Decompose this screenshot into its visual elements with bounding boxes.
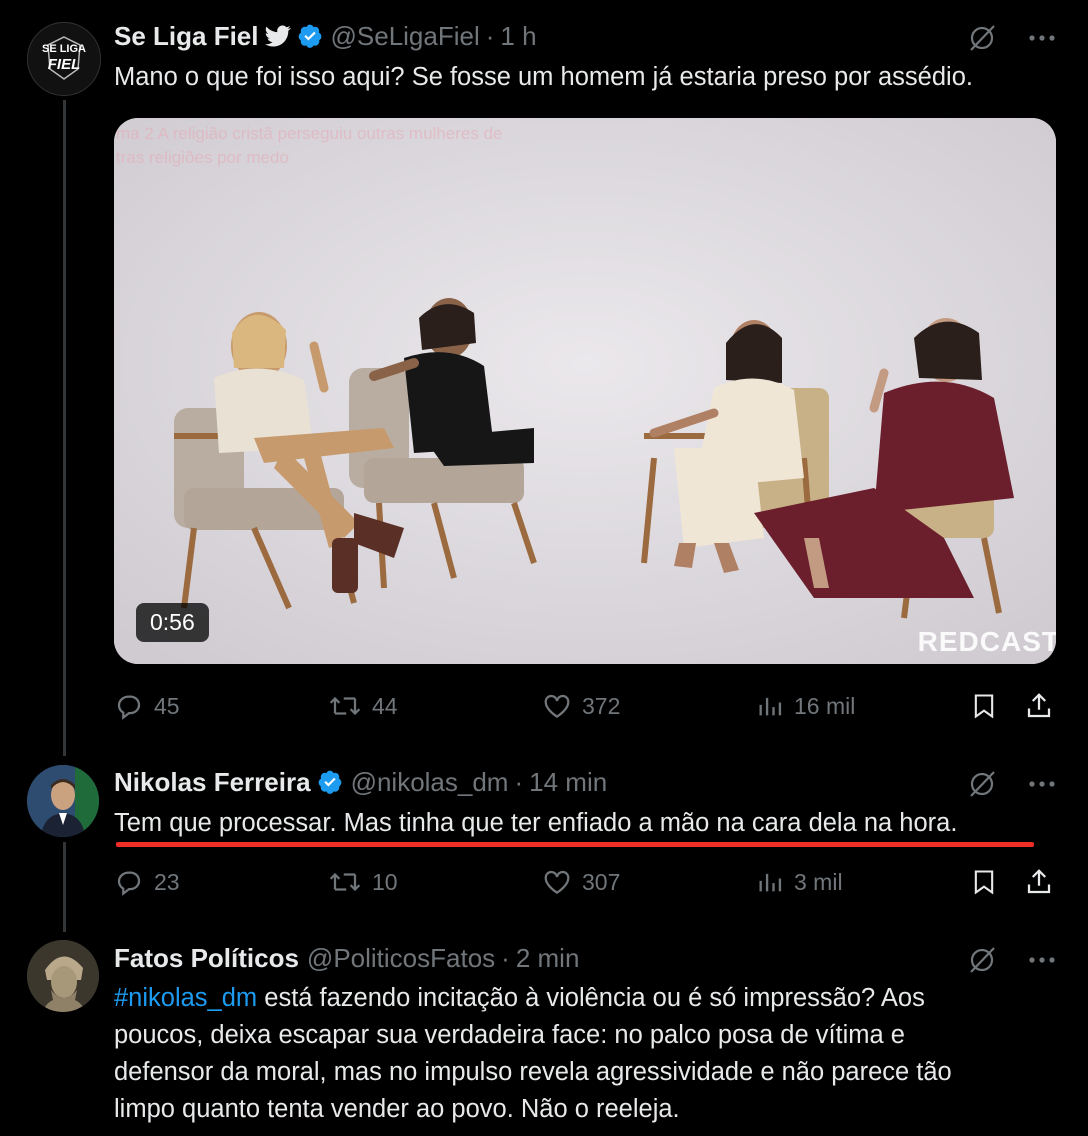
avatar-text-bottom: FIEL (47, 56, 81, 73)
like-button[interactable]: 372 (542, 686, 620, 726)
views-icon (759, 873, 782, 892)
tweet-time[interactable]: 2 min (516, 943, 580, 974)
share-button[interactable] (1024, 686, 1064, 726)
author-handle[interactable]: @SeLigaFiel (331, 21, 480, 52)
avatar[interactable] (27, 940, 99, 1012)
tweet-time[interactable]: 1 h (500, 21, 536, 52)
view-count: 3 mil (794, 868, 843, 895)
separator-dot: · (514, 766, 524, 797)
author-name[interactable]: Nikolas Ferreira (114, 767, 311, 798)
retweet-count: 44 (372, 692, 398, 719)
retweet-button[interactable]: 44 (328, 686, 398, 726)
share-icon (1027, 869, 1051, 894)
avatar-text-top: SE LIGA (41, 43, 86, 55)
reply-count: 45 (154, 692, 180, 719)
reply-button[interactable]: 45 (114, 686, 180, 726)
video-frame (114, 118, 1056, 664)
avatar-bust-image (27, 940, 99, 1012)
like-button[interactable]: 307 (542, 862, 620, 902)
video-overlay-line2: tras religiões por medo (116, 148, 289, 167)
tweet-header: Se Liga Fiel @SeLigaFiel · 1 h (114, 18, 537, 54)
avatar[interactable]: SE LIGA FIEL (27, 22, 101, 96)
bookmark-button[interactable] (970, 686, 1008, 726)
bookmark-button[interactable] (970, 862, 1008, 902)
grok-icon[interactable] (966, 944, 998, 976)
like-icon (544, 870, 570, 894)
more-icon[interactable] (1028, 955, 1056, 965)
like-icon (544, 694, 570, 718)
views-icon (759, 697, 782, 716)
tweet-text: Mano o que foi isso aqui? Se fosse um ho… (114, 63, 973, 91)
more-icon[interactable] (1028, 779, 1056, 789)
more-icon[interactable] (1028, 33, 1056, 43)
share-button[interactable] (1024, 862, 1064, 902)
tweet-header: Fatos Políticos @PoliticosFatos · 2 min (114, 940, 579, 976)
retweet-icon (329, 696, 361, 716)
author-name[interactable]: Se Liga Fiel (114, 21, 259, 52)
tweet-top-actions (966, 768, 1056, 800)
share-icon (1027, 693, 1051, 718)
tweet-text-line4: limpo quanto tenta vender ao povo. Não o… (114, 1095, 680, 1123)
verified-badge-icon (297, 23, 323, 49)
avatar[interactable] (27, 765, 99, 837)
reply-icon (117, 871, 141, 896)
tweet-text-line1: está fazendo incitação à violência ou é … (257, 984, 925, 1012)
reply-button[interactable]: 23 (114, 862, 180, 902)
grok-icon[interactable] (966, 22, 998, 54)
tweet-text-line3: defensor da moral, mas no impulso revela… (114, 1058, 952, 1086)
verified-badge-icon (317, 769, 343, 795)
tweet-actions: 23 10 307 3 mil (114, 862, 1060, 902)
tweet-text: Tem que processar. Mas tinha que ter enf… (114, 809, 958, 837)
tweet-text-line: #nikolas_dm está fazendo incitação à vio… (114, 980, 1060, 1017)
views-button[interactable]: 3 mil (756, 862, 843, 902)
author-name[interactable]: Fatos Políticos (114, 943, 299, 974)
like-count: 307 (582, 868, 621, 895)
retweet-button[interactable]: 10 (328, 862, 398, 902)
author-handle[interactable]: @PoliticosFatos (307, 943, 495, 974)
retweet-count: 10 (372, 868, 398, 895)
reply-count: 23 (154, 868, 180, 895)
thread-line (63, 100, 66, 756)
tweet-text-line2: poucos, deixa escapar sua verdadeira fac… (114, 1021, 905, 1049)
bookmark-icon (974, 870, 994, 895)
tweet-top-actions (966, 22, 1056, 54)
video-watermark: REDCAST (917, 626, 1056, 657)
view-count: 16 mil (794, 692, 856, 719)
thread-line (63, 842, 66, 932)
tweet-video[interactable]: ma 2 A religião cristã perseguiu outras … (114, 118, 1056, 664)
author-handle[interactable]: @nikolas_dm (351, 767, 509, 798)
bookmark-icon (974, 694, 994, 719)
retweet-icon (329, 872, 361, 892)
video-overlay-line1: ma 2 A religião cristã perseguiu outras … (116, 124, 503, 143)
tweet-top-actions (966, 944, 1056, 976)
hashtag-link[interactable]: #nikolas_dm (114, 984, 257, 1012)
separator-dot: · (501, 942, 510, 973)
red-underline-annotation (116, 842, 1034, 847)
tweet-text: #nikolas_dm está fazendo incitação à vio… (114, 980, 1060, 1128)
grok-icon[interactable] (966, 768, 998, 800)
tweet-actions: 45 44 372 16 mil (114, 686, 1060, 726)
like-count: 372 (582, 692, 621, 719)
video-duration: 0:56 (136, 603, 209, 642)
twitter-bird-icon (264, 23, 291, 49)
tweet-time[interactable]: 14 min (529, 767, 607, 798)
reply-icon (117, 695, 141, 720)
avatar-photo (27, 765, 99, 837)
views-button[interactable]: 16 mil (756, 686, 855, 726)
tweet-header: Nikolas Ferreira @nikolas_dm · 14 min (114, 764, 607, 800)
separator-dot: · (485, 20, 495, 51)
